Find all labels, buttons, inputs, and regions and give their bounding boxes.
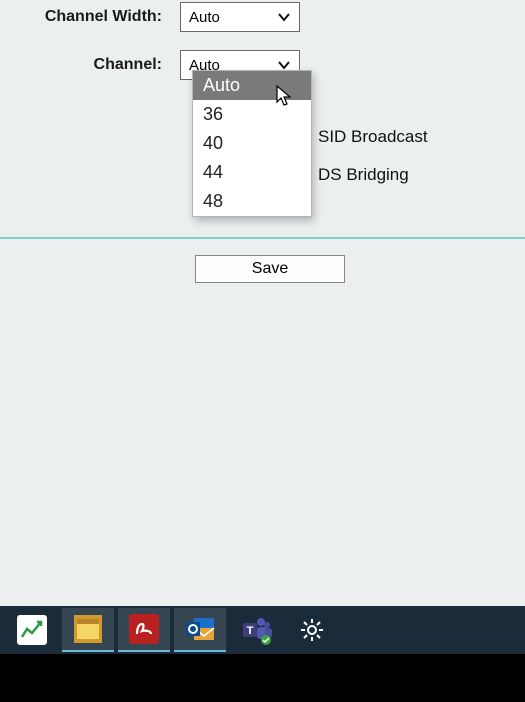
adobe-reader-icon[interactable]	[118, 608, 170, 652]
outlook-icon[interactable]	[174, 608, 226, 652]
channel-option[interactable]: Auto	[193, 71, 311, 100]
stocks-icon[interactable]	[6, 608, 58, 652]
channel-option[interactable]: 48	[193, 187, 311, 216]
wds-bridging-text: DS Bridging	[318, 165, 409, 185]
svg-text:T: T	[247, 625, 254, 637]
channel-option[interactable]: 44	[193, 158, 311, 187]
teams-icon[interactable]: T	[230, 608, 282, 652]
chevron-down-icon	[277, 60, 291, 70]
divider	[0, 237, 525, 239]
channel-option[interactable]: 36	[193, 100, 311, 129]
channel-width-label: Channel Width:	[0, 8, 180, 26]
channel-dropdown[interactable]: Auto36404448	[192, 70, 312, 217]
taskbar: T	[0, 606, 525, 654]
channel-label: Channel:	[0, 56, 180, 74]
sticky-notes-icon[interactable]	[62, 608, 114, 652]
channel-width-value: Auto	[189, 9, 220, 26]
bottom-bezel	[0, 654, 525, 702]
chevron-down-icon	[277, 12, 291, 22]
ssid-broadcast-text: SID Broadcast	[318, 127, 428, 147]
settings-icon[interactable]	[286, 608, 338, 652]
channel-width-select[interactable]: Auto	[180, 2, 300, 32]
save-button[interactable]: Save	[195, 255, 345, 283]
channel-option[interactable]: 40	[193, 129, 311, 158]
